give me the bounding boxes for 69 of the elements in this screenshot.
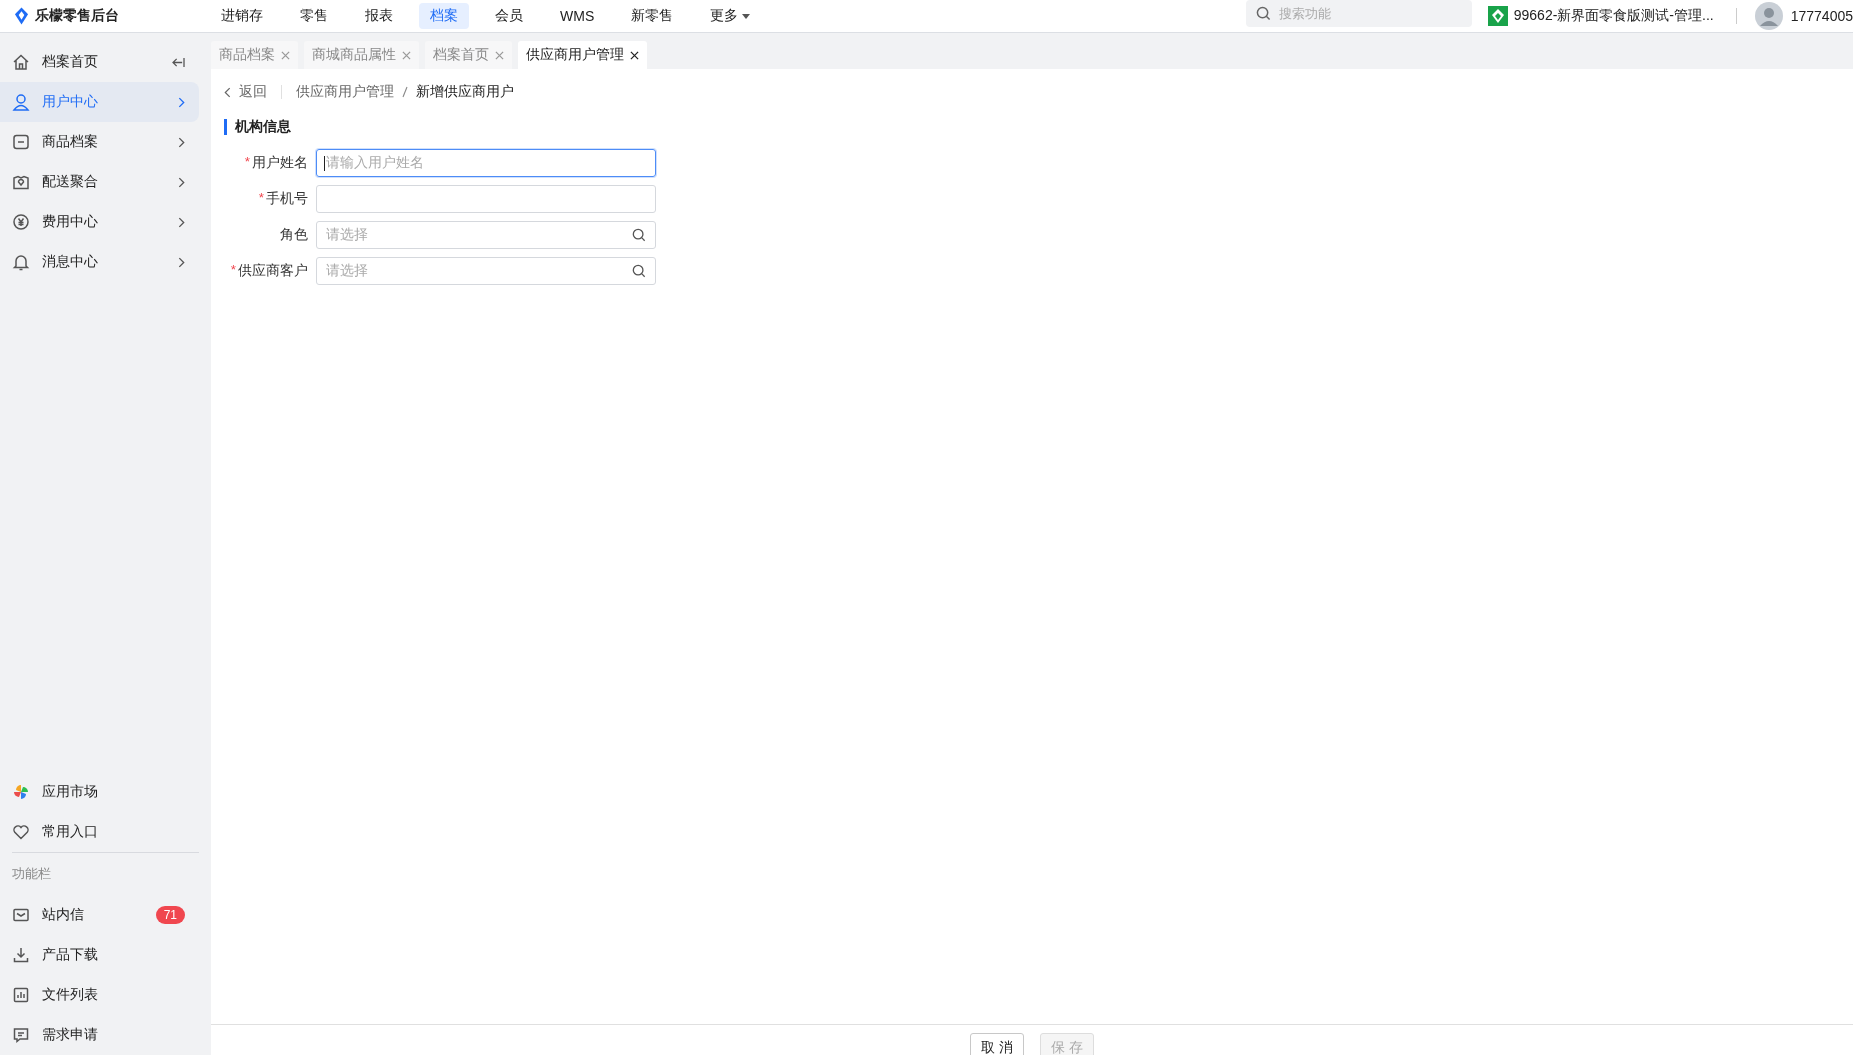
nav-item[interactable]: WMS <box>549 3 606 29</box>
user-icon <box>12 93 30 111</box>
logo-icon <box>14 7 29 25</box>
sidebar-item[interactable]: 配送聚合 <box>0 162 199 202</box>
chevron-right-icon <box>178 96 185 108</box>
close-icon[interactable] <box>630 50 639 60</box>
nav-item[interactable]: 档案 <box>419 3 469 29</box>
download-icon <box>12 946 30 964</box>
sidebar-item[interactable]: 站内信 71 <box>0 895 199 935</box>
nav-item[interactable]: 新零售 <box>620 3 685 29</box>
slash-icon <box>402 86 408 98</box>
heart-icon <box>12 823 30 841</box>
breadcrumb-item[interactable]: 供应商用户管理 <box>296 83 394 101</box>
collapse-icon[interactable] <box>172 56 185 68</box>
back-link[interactable]: 返回 <box>224 83 267 101</box>
search-icon <box>1255 6 1271 21</box>
caret-icon <box>742 13 751 19</box>
chevron-right-icon <box>178 256 185 268</box>
sidebar-item[interactable]: 文件列表 <box>0 975 199 1015</box>
field-label: 手机号 <box>266 190 308 208</box>
unread-count-badge: 71 <box>155 906 185 924</box>
yen-icon <box>12 213 30 231</box>
nav-item[interactable]: 零售 <box>289 3 339 29</box>
nav-item[interactable]: 进销存 <box>210 3 274 29</box>
page-tab[interactable]: 商品档案 <box>211 41 298 69</box>
section-title: 机构信息 <box>224 119 291 135</box>
sidebar-item[interactable]: 应用市场 <box>0 772 199 812</box>
bell-icon <box>12 253 30 271</box>
required-mark: * <box>244 154 250 171</box>
mail-icon <box>12 906 30 924</box>
bar-chart-icon <box>12 986 30 1004</box>
store-logo-icon <box>1487 6 1508 26</box>
store-name[interactable]: 99662-新界面零食版测试-管理... <box>1513 7 1714 25</box>
pinwheel-icon <box>12 783 30 801</box>
chevron-right-icon <box>178 176 185 188</box>
search-icon[interactable] <box>632 228 646 242</box>
required-mark: * <box>230 262 236 279</box>
field-label: 角色 <box>280 226 308 244</box>
page-tab[interactable]: 供应商用户管理 <box>518 41 647 69</box>
breadcrumb-item: 新增供应商用户 <box>416 83 514 101</box>
avatar[interactable] <box>1754 2 1783 30</box>
home-icon <box>12 53 30 71</box>
chevron-left-icon <box>224 86 231 98</box>
nav-item[interactable]: 报表 <box>354 3 404 29</box>
section-label: 功能栏 <box>11 865 52 883</box>
comment-icon <box>12 1026 30 1044</box>
sidebar-item[interactable]: 用户中心 <box>0 82 199 122</box>
sidebar-item[interactable]: 常用入口 <box>0 812 199 852</box>
box-icon <box>12 133 30 151</box>
chevron-right-icon <box>178 136 185 148</box>
sidebar-item[interactable]: 档案首页 <box>0 42 199 82</box>
app-title: 乐檬零售后台 <box>35 7 119 25</box>
nav-item[interactable]: 会员 <box>484 3 534 29</box>
sidebar-item[interactable]: 费用中心 <box>0 202 199 242</box>
required-mark: * <box>258 190 264 207</box>
sidebar-item[interactable]: 消息中心 <box>0 242 199 282</box>
input-field[interactable] <box>316 185 656 213</box>
sidebar-item[interactable]: 需求申请 <box>0 1015 199 1055</box>
field-label: 用户姓名 <box>252 154 308 172</box>
user-name[interactable]: 17774005 <box>1790 8 1853 24</box>
sidebar-item[interactable]: 商品档案 <box>0 122 199 162</box>
nav-item[interactable]: 更多 <box>699 3 762 29</box>
search-icon[interactable] <box>632 264 646 278</box>
sidebar-item[interactable]: 产品下载 <box>0 935 199 975</box>
cancel-button[interactable]: 取 消 <box>970 1033 1024 1055</box>
field-label: 供应商客户 <box>238 262 308 280</box>
page-tab[interactable]: 商城商品属性 <box>304 41 419 69</box>
chevron-right-icon <box>178 216 185 228</box>
map-pin-icon <box>12 173 30 191</box>
